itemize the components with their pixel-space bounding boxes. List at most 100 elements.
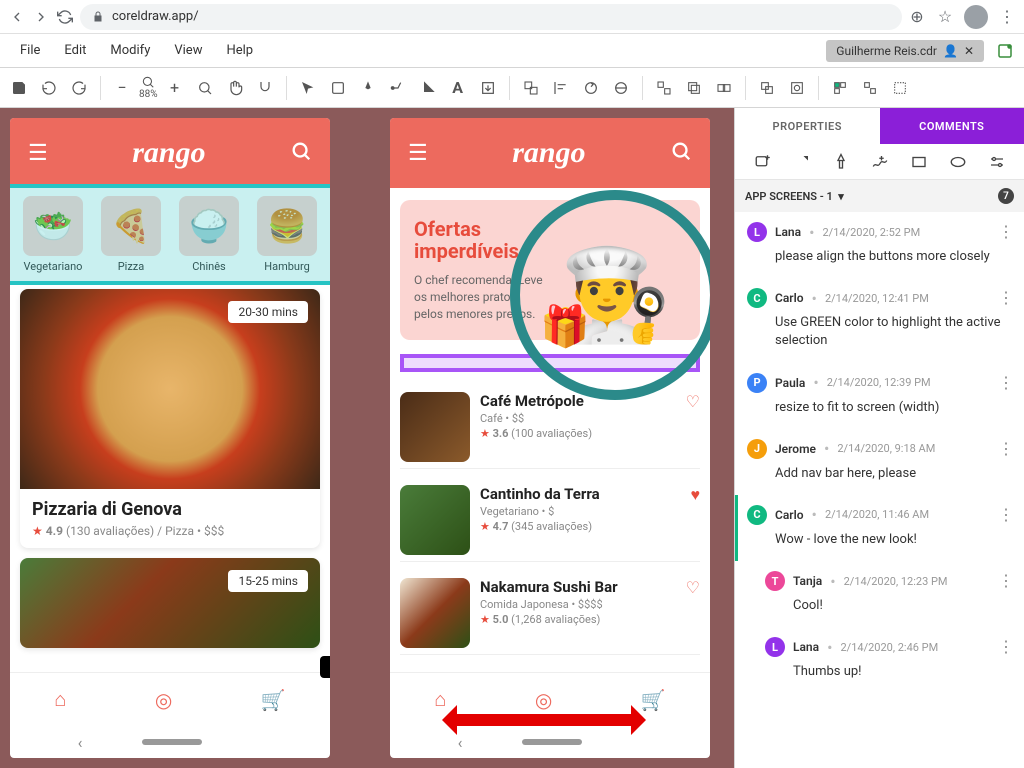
- comment-menu-icon[interactable]: ⋮: [998, 571, 1014, 590]
- pick-tool[interactable]: [295, 75, 321, 101]
- list-item: Cantinho da Terra Vegetariano • $ ★ 4.7 …: [400, 479, 700, 562]
- menu-modify[interactable]: Modify: [100, 39, 160, 62]
- menu-help[interactable]: Help: [216, 39, 263, 62]
- kebab-menu[interactable]: ⋮: [998, 8, 1016, 26]
- comment-menu-icon[interactable]: ⋮: [998, 505, 1014, 524]
- combine-tool[interactable]: [681, 75, 707, 101]
- weld-tool[interactable]: [711, 75, 737, 101]
- comment-item[interactable]: CCarlo•2/14/2020, 12:41 PMUse GREEN colo…: [735, 278, 1024, 362]
- powerclip-tool[interactable]: [784, 75, 810, 101]
- heart-icon: ♥: [691, 485, 701, 555]
- import-tool[interactable]: [475, 75, 501, 101]
- comment-item[interactable]: PPaula•2/14/2020, 12:39 PMresize to fit …: [735, 363, 1024, 429]
- group-tool[interactable]: [651, 75, 677, 101]
- comment-menu-icon[interactable]: ⋮: [998, 637, 1014, 656]
- tab-comments[interactable]: COMMENTS: [880, 108, 1024, 144]
- order-tool[interactable]: [518, 75, 544, 101]
- file-badge[interactable]: Guilherme Reis.cdr 👤 ✕: [826, 40, 984, 62]
- comment-author: Tanja: [793, 574, 822, 588]
- save-button[interactable]: [6, 75, 32, 101]
- fit-button[interactable]: [192, 75, 218, 101]
- profile-avatar[interactable]: [964, 5, 988, 29]
- comment-menu-icon[interactable]: ⋮: [998, 222, 1014, 241]
- comment-item[interactable]: TTanja•2/14/2020, 12:23 PMCool!⋮: [735, 561, 1024, 627]
- comment-menu-icon[interactable]: ⋮: [998, 439, 1014, 458]
- restaurant-thumb: [400, 485, 470, 555]
- screens-header[interactable]: APP SCREENS - 1 ▾ 7: [735, 180, 1024, 212]
- node-tool[interactable]: [385, 75, 411, 101]
- back-button[interactable]: [8, 8, 26, 26]
- zoom-level[interactable]: 88%: [139, 75, 158, 100]
- presence-icon: 👤: [943, 44, 958, 58]
- marker-icon[interactable]: [831, 152, 851, 172]
- redo-button[interactable]: [66, 75, 92, 101]
- reload-button[interactable]: [56, 8, 74, 26]
- zoom-in-button[interactable]: +: [162, 75, 188, 101]
- deals-icon: ◎: [535, 688, 552, 712]
- restaurant-thumb: [400, 392, 470, 462]
- layers-tool[interactable]: [827, 75, 853, 101]
- pen-tool[interactable]: [355, 75, 381, 101]
- select-tool[interactable]: [887, 75, 913, 101]
- avatar: C: [747, 288, 767, 308]
- heart-icon: ♡: [686, 578, 700, 648]
- add-icon[interactable]: ⊕: [908, 8, 926, 26]
- settings-icon[interactable]: [987, 152, 1007, 172]
- ellipse-annot-icon[interactable]: [948, 152, 968, 172]
- food-image: 20-30 mins: [20, 289, 320, 489]
- canvas[interactable]: ☰ rango 🥗Vegetariano 🍕Pizza 🍚Chinês 🍔Ham…: [0, 108, 734, 768]
- login-icon[interactable]: [996, 42, 1014, 60]
- forward-button[interactable]: [32, 8, 50, 26]
- annotation-circle[interactable]: 👨‍🍳 🎁: [510, 190, 710, 400]
- comment-item[interactable]: JJerome•2/14/2020, 9:18 AMAdd nav bar he…: [735, 429, 1024, 495]
- tab-properties[interactable]: PROPERTIES: [735, 108, 880, 144]
- offer-card: Ofertasimperdíveis O chef recomenda: Lev…: [400, 200, 700, 340]
- cart-icon: 🛒: [261, 688, 286, 712]
- comment-author: Jerome: [775, 442, 816, 456]
- menu-edit[interactable]: Edit: [54, 39, 96, 62]
- comment-item[interactable]: CCarlo•2/14/2020, 11:46 AMWow - love the…: [735, 495, 1024, 561]
- comment-marker-icon[interactable]: [320, 656, 330, 678]
- arrow-annot-icon[interactable]: [792, 152, 812, 172]
- food-image: 15-25 mins: [20, 558, 320, 648]
- accent-bar: [735, 495, 738, 561]
- annotation-rectangle[interactable]: [10, 184, 330, 285]
- comment-menu-icon[interactable]: ⋮: [998, 373, 1014, 392]
- comment-item[interactable]: LLana•2/14/2020, 2:46 PMThumbs up!⋮: [735, 627, 1024, 693]
- comment-menu-icon[interactable]: ⋮: [998, 288, 1014, 307]
- snap-button[interactable]: [252, 75, 278, 101]
- time-badge: 20-30 mins: [228, 301, 308, 323]
- annotation-arrow[interactable]: [449, 714, 639, 726]
- crop-tool[interactable]: [415, 75, 441, 101]
- url-text: coreldraw.app/: [112, 9, 199, 24]
- undo-button[interactable]: [36, 75, 62, 101]
- add-comment-icon[interactable]: [753, 152, 773, 172]
- comment-text: please align the buttons more closely: [747, 248, 1012, 266]
- menu-view[interactable]: View: [164, 39, 212, 62]
- flip-tool[interactable]: [608, 75, 634, 101]
- comment-date: 2/14/2020, 12:23 PM: [844, 575, 948, 588]
- menu-file[interactable]: File: [10, 39, 50, 62]
- align-left-tool[interactable]: [548, 75, 574, 101]
- rect-annot-icon[interactable]: [909, 152, 929, 172]
- duplicate-tool[interactable]: [754, 75, 780, 101]
- freehand-icon[interactable]: [870, 152, 890, 172]
- shape-tool[interactable]: [325, 75, 351, 101]
- comment-author: Carlo: [775, 508, 804, 522]
- close-file-icon[interactable]: ✕: [964, 44, 974, 58]
- text-tool[interactable]: A: [445, 75, 471, 101]
- url-bar[interactable]: coreldraw.app/: [80, 4, 902, 30]
- star-icon[interactable]: ☆: [936, 8, 954, 26]
- comment-date: 2/14/2020, 11:46 AM: [825, 508, 929, 521]
- pan-button[interactable]: [222, 75, 248, 101]
- comment-text: Wow - love the new look!: [747, 531, 1012, 549]
- comment-date: 2/14/2020, 2:46 PM: [841, 641, 939, 654]
- rotate-tool[interactable]: [578, 75, 604, 101]
- home-icon: ⌂: [54, 687, 66, 712]
- comment-item[interactable]: LLana•2/14/2020, 2:52 PMplease align the…: [735, 212, 1024, 278]
- restaurant-thumb: [400, 578, 470, 648]
- hamburger-icon: ☰: [408, 141, 428, 166]
- comment-text: resize to fit to screen (width): [747, 399, 1012, 417]
- pixel-tool[interactable]: [857, 75, 883, 101]
- zoom-out-button[interactable]: −: [109, 75, 135, 101]
